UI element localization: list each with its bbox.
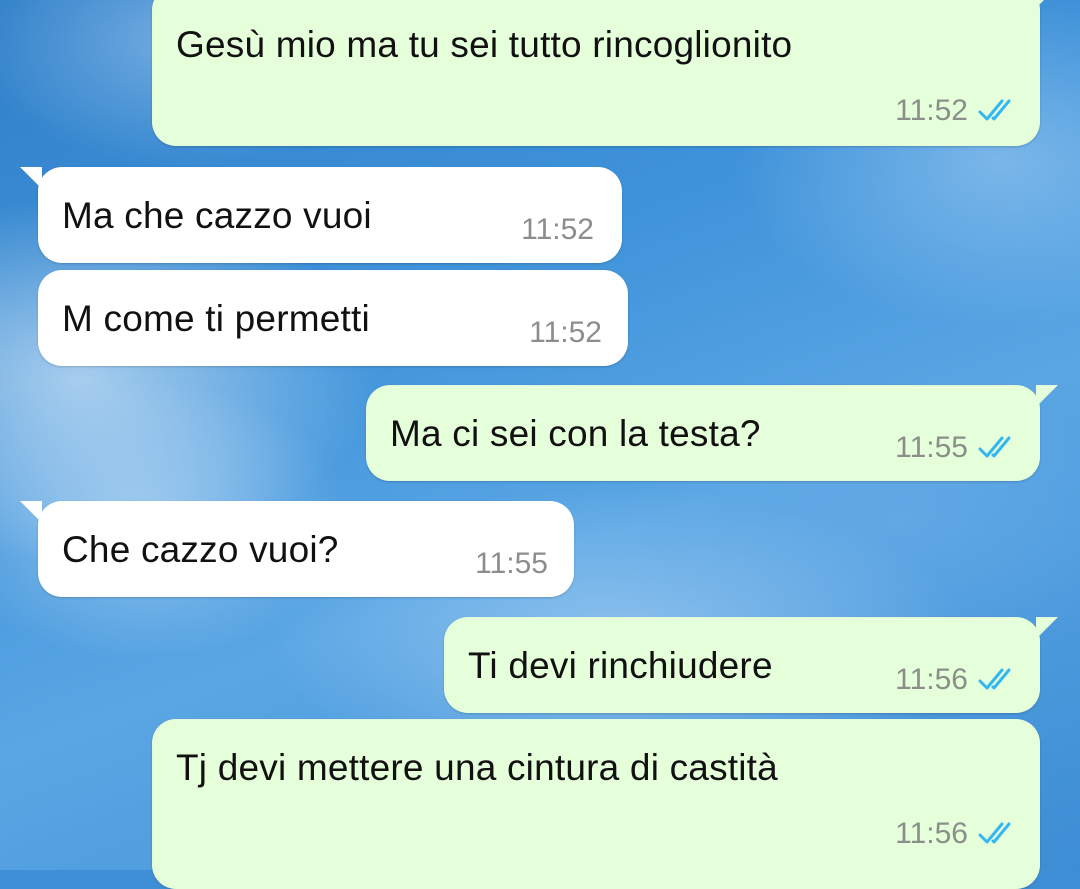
message-text: Ma che cazzo vuoi — [62, 195, 372, 236]
message-time: 11:52 — [521, 213, 594, 246]
message-bubble-outgoing[interactable]: Ti devi rinchiudere 11:56 — [444, 617, 1058, 713]
message-bubble-incoming[interactable]: Ma che cazzo vuoi 11:52 — [20, 167, 622, 263]
message-time: 11:56 — [895, 817, 968, 850]
message-bubble-outgoing[interactable]: Ma ci sei con la testa? 11:55 — [366, 385, 1058, 481]
double-check-icon — [978, 436, 1011, 458]
message-text: Ti devi rinchiudere — [468, 645, 773, 686]
message-time: 11:52 — [529, 316, 602, 349]
message-text: M come ti permetti — [62, 298, 370, 339]
message-bubble-outgoing[interactable]: Gesù mio ma tu sei tutto rincoglionito 1… — [152, 0, 1058, 146]
message-meta: 11:56 — [895, 817, 1018, 851]
message-meta: 11:55 — [475, 547, 548, 581]
double-check-icon — [978, 668, 1011, 690]
message-text: Tj devi mettere una cintura di castità — [176, 747, 778, 788]
message-time: 11:55 — [475, 547, 548, 580]
double-check-icon — [978, 99, 1011, 121]
message-meta: 11:56 — [895, 663, 1018, 697]
message-time: 11:52 — [895, 94, 968, 127]
message-text: Ma ci sei con la testa? — [390, 413, 761, 454]
message-time: 11:56 — [895, 663, 968, 696]
message-time: 11:55 — [895, 431, 968, 464]
message-meta: 11:52 — [521, 213, 594, 247]
message-text: Gesù mio ma tu sei tutto rincoglionito — [176, 24, 793, 65]
message-bubble-incoming[interactable]: M come ti permetti 11:52 — [38, 270, 628, 366]
message-meta: 11:55 — [895, 431, 1018, 465]
message-meta: 11:52 — [529, 316, 602, 350]
message-text: Che cazzo vuoi? — [62, 529, 339, 570]
message-bubble-incoming[interactable]: Che cazzo vuoi? 11:55 — [20, 501, 574, 597]
double-check-icon — [978, 822, 1011, 844]
message-bubble-outgoing[interactable]: Tj devi mettere una cintura di castità 1… — [152, 719, 1040, 889]
message-meta: 11:52 — [895, 94, 1018, 128]
